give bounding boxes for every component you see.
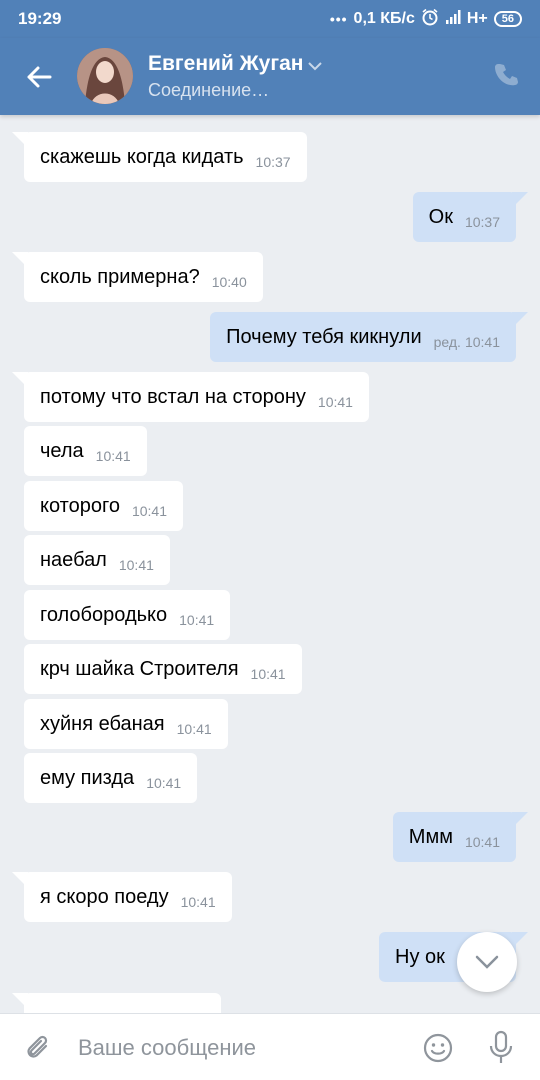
message-text: я скоро поеду: [40, 885, 169, 908]
paperclip-icon[interactable]: [22, 1032, 54, 1064]
message-incoming[interactable]: крч шайка Строителя 10:41: [24, 644, 302, 694]
message-incoming[interactable]: я скоро поеду 10:41: [12, 872, 232, 922]
dots-icon: •••: [329, 11, 348, 27]
phone-icon[interactable]: [494, 62, 520, 88]
message-text: хуйня ебаная: [40, 712, 165, 735]
message-text: Ммм: [408, 825, 453, 848]
bubble-tail: [12, 993, 28, 1009]
message-incoming[interactable]: потому что встал на сторону 10:41: [12, 372, 369, 422]
status-bar: 19:29 ••• 0,1 КБ/с H+ 56: [0, 0, 540, 38]
message-list[interactable]: скажешь когда кидать 10:37 Ок 10:37 скол…: [0, 115, 540, 1013]
message-time: 10:41: [118, 557, 154, 573]
message-outgoing[interactable]: Почему тебя кикнули ред. 10:41: [210, 312, 528, 362]
battery-icon: 56: [493, 11, 522, 27]
message-outgoing[interactable]: Ок 10:37: [412, 192, 528, 242]
message-text: Почему тебя кикнули: [226, 325, 422, 348]
message-time: 10:41: [180, 894, 216, 910]
message-time: 10:41: [131, 503, 167, 519]
message-incoming[interactable]: голобородько 10:41: [24, 590, 231, 640]
message-text: Ну ок: [395, 945, 445, 968]
message-input[interactable]: [78, 1026, 398, 1070]
battery-level: 56: [501, 13, 514, 25]
message-text: голобородько: [40, 603, 168, 626]
signal-icon: [445, 9, 461, 30]
message-time: 10:37: [255, 154, 291, 170]
message-text: Ок: [428, 205, 453, 228]
emoji-icon[interactable]: [422, 1032, 454, 1064]
message-text: сколь примерна?: [40, 265, 200, 288]
message-incoming[interactable]: которого 10:41: [24, 481, 183, 531]
message-time: 10:37: [464, 214, 500, 230]
message-time: 10:41: [250, 666, 286, 682]
message-time: 10:41: [176, 721, 212, 737]
bubble-tail: [512, 812, 528, 828]
message-text: потому что встал на сторону: [40, 385, 306, 408]
message-time-value: 10:41: [464, 334, 500, 350]
message-incoming[interactable]: скажешь когда кидать 10:37: [12, 132, 307, 182]
message-time: 10:41: [95, 448, 131, 464]
message-time: 10:41: [179, 612, 215, 628]
message-incoming[interactable]: чела 10:41: [24, 426, 147, 476]
bubble-tail: [512, 312, 528, 328]
status-time: 19:29: [18, 9, 62, 28]
message-composer: [0, 1013, 540, 1080]
message-time: 10:40: [211, 274, 247, 290]
network-speed: 0,1 КБ/с: [353, 10, 415, 27]
bubble-tail: [512, 192, 528, 208]
message-time: ред. 10:41: [434, 334, 500, 350]
bubble-tail: [12, 132, 28, 148]
contact-status: Соединение…: [148, 80, 270, 100]
network-type: H+: [466, 10, 488, 27]
bubble-tail: [512, 932, 528, 948]
chevron-down-icon: [475, 955, 499, 969]
bubble-tail: [12, 252, 28, 268]
message-text: наебал: [40, 548, 107, 571]
message-time: 10:41: [464, 834, 500, 850]
contact-name[interactable]: Евгений Жуган: [148, 52, 303, 76]
message-text: которого: [40, 494, 120, 517]
message-incoming[interactable]: [12, 993, 221, 1013]
chat-header: Евгений Жуган Соединение…: [0, 38, 540, 115]
message-incoming[interactable]: наебал 10:41: [24, 535, 170, 585]
alarm-icon: [421, 8, 439, 31]
chevron-down-icon[interactable]: [307, 58, 323, 76]
message-text: чела: [40, 439, 84, 462]
status-icons: ••• 0,1 КБ/с H+ 56: [330, 8, 522, 31]
scroll-down-button[interactable]: [457, 932, 517, 992]
message-incoming[interactable]: ему пизда 10:41: [24, 753, 198, 803]
message-text: ему пизда: [40, 766, 135, 789]
bubble-tail: [12, 372, 28, 388]
edited-label: ред.: [433, 334, 461, 350]
message-text: крч шайка Строителя: [40, 657, 239, 680]
back-arrow-icon[interactable]: [22, 60, 56, 94]
bubble-tail: [12, 872, 28, 888]
message-time: 10:41: [146, 775, 182, 791]
message-text: скажешь когда кидать: [40, 145, 244, 168]
avatar[interactable]: [77, 48, 133, 104]
message-incoming[interactable]: хуйня ебаная 10:41: [24, 699, 228, 749]
message-time: 10:41: [317, 394, 353, 410]
message-incoming[interactable]: сколь примерна? 10:40: [12, 252, 263, 302]
message-outgoing[interactable]: Ммм 10:41: [392, 812, 528, 862]
microphone-icon[interactable]: [487, 1030, 515, 1066]
